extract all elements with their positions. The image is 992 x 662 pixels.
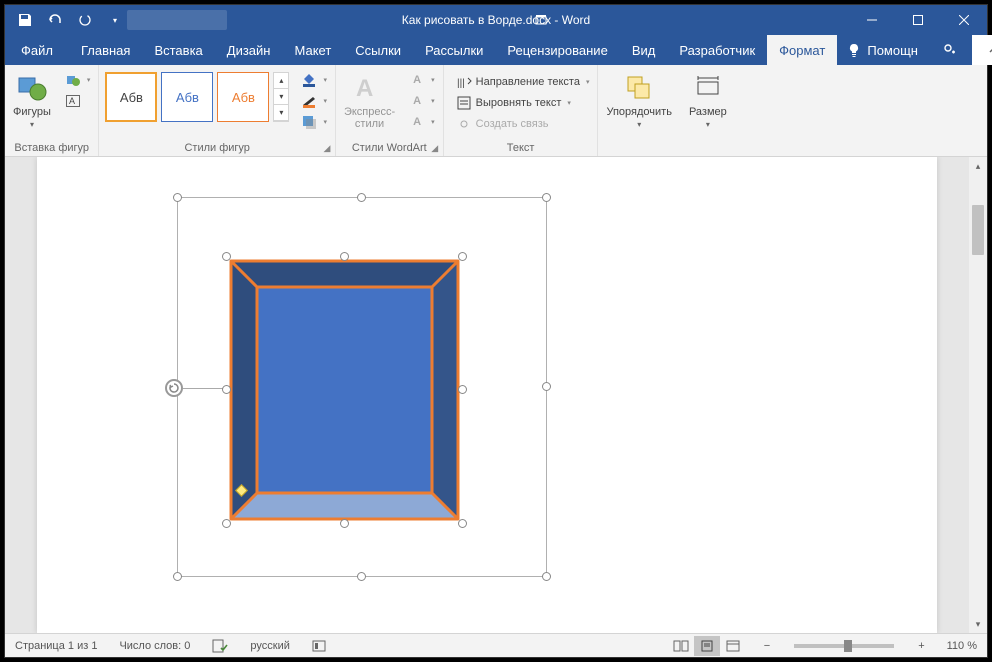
ribbon-tabs: Файл Главная Вставка Дизайн Макет Ссылки…	[5, 35, 987, 65]
svg-text:|||: |||	[457, 78, 465, 89]
lightbulb-icon	[847, 43, 861, 57]
canvas-handle[interactable]	[542, 193, 551, 202]
tab-design[interactable]: Дизайн	[215, 35, 283, 65]
size-button[interactable]: Размер ▾	[685, 70, 731, 131]
statusbar: Страница 1 из 1 Число слов: 0 русский − …	[5, 633, 987, 657]
tab-format[interactable]: Формат	[767, 35, 837, 65]
user-account-badge[interactable]	[127, 10, 227, 30]
spellcheck-indicator[interactable]	[208, 634, 232, 657]
titlebar: ▾ Как рисовать в Ворде.docx - Word	[5, 5, 987, 35]
group-insert-shapes: Фигуры ▾ ▾ A Вставка фигур	[5, 65, 99, 156]
tab-home[interactable]: Главная	[69, 35, 142, 65]
save-button[interactable]	[13, 8, 37, 32]
maximize-button[interactable]	[895, 5, 941, 35]
tell-me-search[interactable]: Помощн	[837, 35, 928, 65]
tab-developer[interactable]: Разработчик	[667, 35, 767, 65]
edit-shape-button[interactable]: ▾	[61, 70, 95, 90]
qat-customize[interactable]: ▾	[103, 8, 127, 32]
quick-access-toolbar: ▾	[5, 8, 127, 32]
tab-references[interactable]: Ссылки	[343, 35, 413, 65]
canvas-handle[interactable]	[542, 382, 551, 391]
share-button[interactable]	[928, 35, 972, 65]
arrange-button[interactable]: Упорядочить ▾	[602, 70, 675, 131]
collapse-ribbon-button[interactable]	[972, 35, 992, 65]
canvas-handle[interactable]	[542, 572, 551, 581]
tab-layout[interactable]: Макет	[282, 35, 343, 65]
group-arrange-size: Упорядочить ▾ Размер ▾	[598, 65, 734, 156]
canvas-handle[interactable]	[357, 193, 366, 202]
window-controls	[849, 5, 987, 35]
canvas-handle[interactable]	[173, 572, 182, 581]
shape-handle[interactable]	[340, 519, 349, 528]
zoom-out-button[interactable]: −	[760, 634, 774, 657]
tab-review[interactable]: Рецензирование	[495, 35, 619, 65]
shape-handle[interactable]	[458, 519, 467, 528]
web-layout-button[interactable]	[720, 636, 746, 656]
canvas-handle[interactable]	[357, 572, 366, 581]
group-wordart-styles: A Экспресс- стили A▾ A▾ A▾ Стили WordArt…	[336, 65, 444, 156]
scroll-up[interactable]: ▴	[969, 157, 987, 175]
create-link-button: Создать связь	[452, 114, 594, 134]
view-buttons	[668, 636, 746, 656]
group-shape-styles: Абв Абв Абв ▴▾▾ ▾ ▾ ▾ Стили фигур ◢	[99, 65, 336, 156]
ribbon: Фигуры ▾ ▾ A Вставка фигур Абв Абв Абв ▴…	[5, 65, 987, 157]
undo-button[interactable]	[43, 8, 67, 32]
language-indicator[interactable]: русский	[246, 634, 293, 657]
shape-style-2[interactable]: Абв	[161, 72, 213, 122]
zoom-in-button[interactable]: +	[914, 634, 928, 657]
text-fill-button: A▾	[405, 70, 439, 90]
page-indicator[interactable]: Страница 1 из 1	[11, 634, 101, 657]
align-text-button[interactable]: Выровнять текст▾	[452, 93, 594, 113]
zoom-level[interactable]: 110 %	[943, 634, 981, 657]
shape-handle[interactable]	[458, 385, 467, 394]
shape-handle[interactable]	[222, 252, 231, 261]
scroll-down[interactable]: ▾	[969, 615, 987, 633]
word-count[interactable]: Число слов: 0	[115, 634, 194, 657]
quick-styles-button[interactable]: A Экспресс- стили	[340, 70, 399, 132]
rotate-connector	[183, 388, 227, 389]
vertical-scrollbar[interactable]: ▴ ▾	[969, 157, 987, 633]
wordart-launcher[interactable]: ◢	[429, 142, 441, 154]
tab-insert[interactable]: Вставка	[142, 35, 214, 65]
shape-outline-button[interactable]: ▾	[297, 91, 331, 111]
group-text: |||Направление текста▾ Выровнять текст▾ …	[444, 65, 599, 156]
tab-mailings[interactable]: Рассылки	[413, 35, 495, 65]
shape-styles-launcher[interactable]: ◢	[321, 142, 333, 154]
redo-button[interactable]	[73, 8, 97, 32]
canvas-handle[interactable]	[173, 193, 182, 202]
macro-indicator[interactable]	[308, 634, 330, 657]
text-outline-button: A▾	[405, 91, 439, 111]
document-title: Как рисовать в Ворде.docx - Word	[402, 13, 590, 27]
tab-view[interactable]: Вид	[620, 35, 668, 65]
page[interactable]	[37, 157, 937, 633]
gallery-scroll[interactable]: ▴▾▾	[273, 72, 289, 122]
svg-text:A: A	[69, 96, 75, 106]
shapes-button[interactable]: Фигуры ▾	[9, 70, 55, 131]
zoom-slider[interactable]	[794, 644, 894, 648]
shape-style-gallery[interactable]: Абв Абв Абв ▴▾▾	[103, 70, 291, 124]
rotate-handle[interactable]	[165, 379, 183, 397]
document-area: ▴ ▾	[5, 157, 987, 633]
print-layout-button[interactable]	[694, 636, 720, 656]
shape-handle[interactable]	[222, 519, 231, 528]
word-window: ▾ Как рисовать в Ворде.docx - Word Файл …	[4, 4, 988, 658]
shape-style-3[interactable]: Абв	[217, 72, 269, 122]
shape-style-1[interactable]: Абв	[105, 72, 157, 122]
draw-textbox-button[interactable]: A	[61, 91, 95, 111]
shape-handle[interactable]	[340, 252, 349, 261]
shape-fill-button[interactable]: ▾	[297, 70, 331, 90]
shape-handle[interactable]	[458, 252, 467, 261]
text-direction-button[interactable]: |||Направление текста▾	[452, 72, 594, 92]
shape-handle[interactable]	[222, 385, 231, 394]
shape-effects-button[interactable]: ▾	[297, 112, 331, 132]
svg-text:A: A	[356, 75, 373, 102]
close-button[interactable]	[941, 5, 987, 35]
text-effects-button: A▾	[405, 112, 439, 132]
read-mode-button[interactable]	[668, 636, 694, 656]
scroll-thumb[interactable]	[972, 205, 984, 255]
cube-shape[interactable]	[227, 257, 462, 523]
tab-file[interactable]: Файл	[5, 35, 69, 65]
minimize-button[interactable]	[849, 5, 895, 35]
